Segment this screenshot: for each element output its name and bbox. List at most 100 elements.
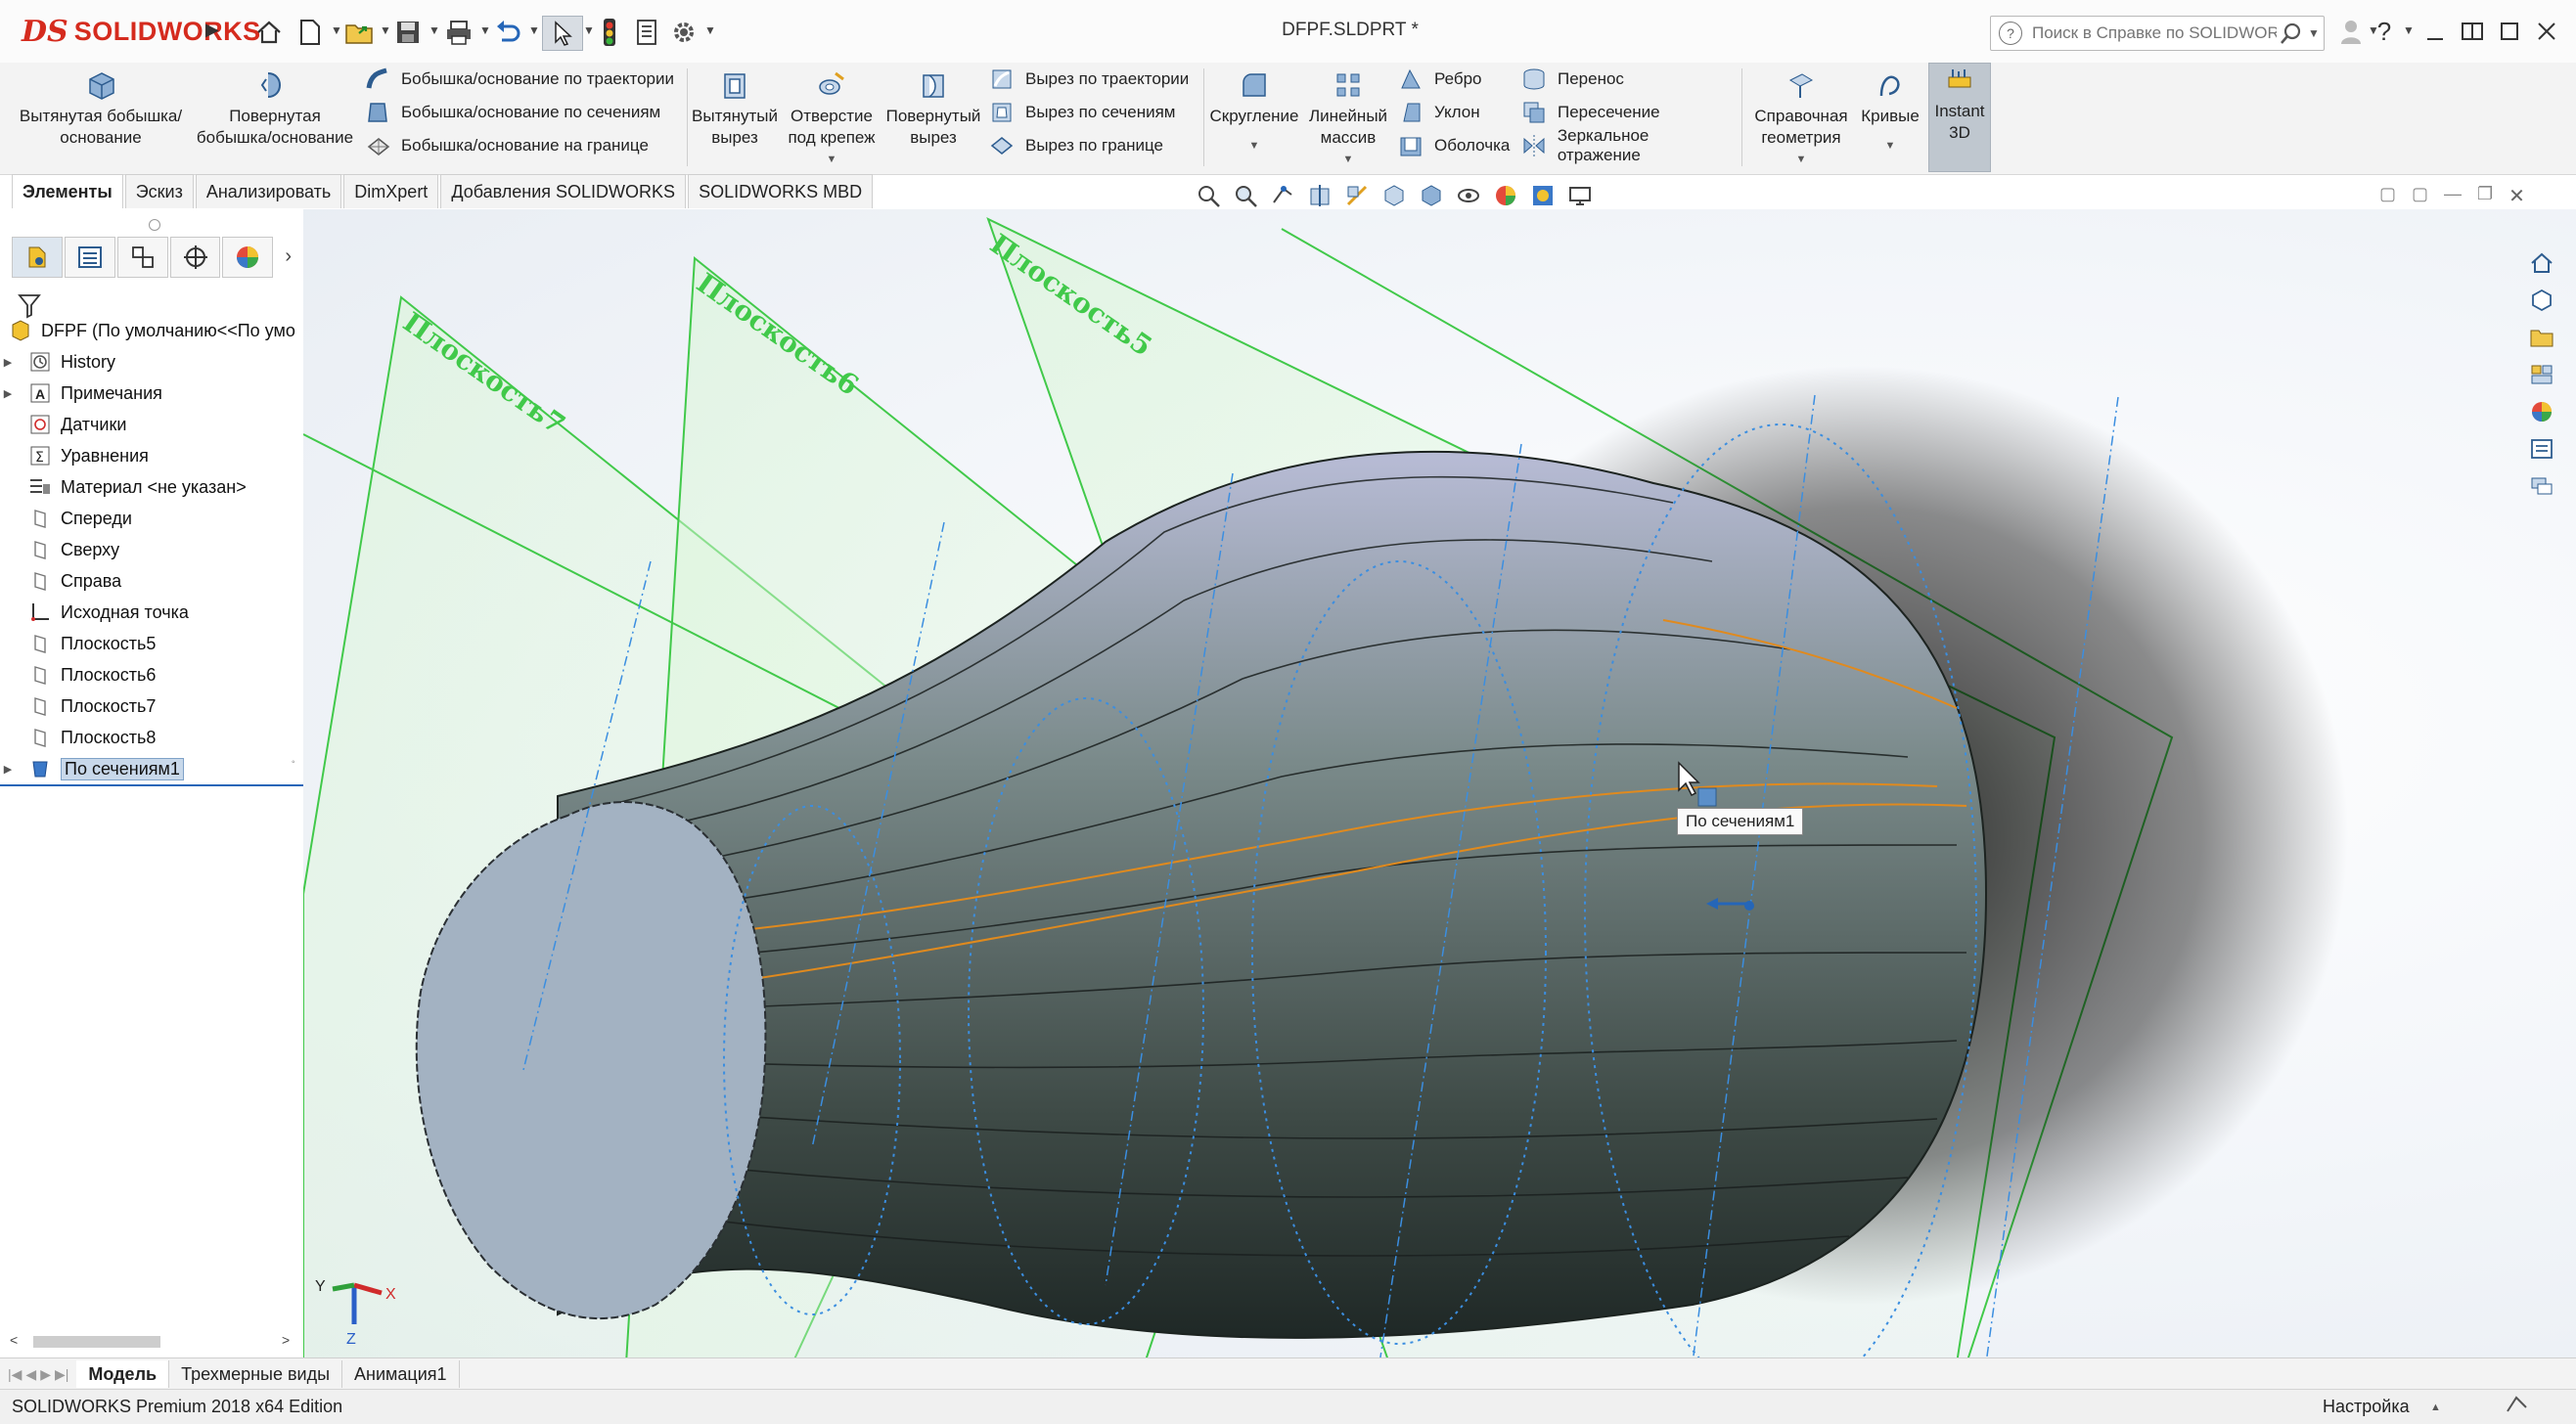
display-style-icon[interactable] bbox=[1417, 181, 1446, 210]
panel-tabs-more-icon[interactable]: › bbox=[275, 237, 301, 276]
hole-wizard-dropdown-icon[interactable]: ▼ bbox=[827, 149, 837, 170]
prev-tab-arrow-icon[interactable]: ◀ bbox=[25, 1366, 36, 1383]
print-dropdown-arrow-icon[interactable]: ▼ bbox=[479, 23, 491, 37]
tree-item-8[interactable]: Справа bbox=[0, 565, 303, 597]
tree-horizontal-scrollbar[interactable]: < > bbox=[8, 1332, 294, 1352]
doc-tile-right-icon[interactable]: ▢ bbox=[2412, 184, 2428, 208]
reference-geometry-dropdown-icon[interactable]: ▼ bbox=[1796, 149, 1807, 170]
tab-property-manager[interactable] bbox=[64, 237, 115, 278]
undo-icon[interactable] bbox=[491, 16, 524, 49]
minimize-icon[interactable] bbox=[2417, 14, 2454, 49]
tab-model[interactable]: Модель bbox=[76, 1360, 170, 1388]
solidworks-forum-icon[interactable] bbox=[2524, 469, 2559, 503]
options-dropdown-arrow-icon[interactable]: ▼ bbox=[704, 23, 716, 37]
tab-display-manager[interactable] bbox=[222, 237, 274, 278]
view-orientation-icon[interactable] bbox=[1379, 181, 1409, 210]
maximize-icon[interactable] bbox=[2491, 14, 2528, 49]
scroll-left-arrow-icon[interactable]: < bbox=[10, 1332, 18, 1348]
filter-row[interactable] bbox=[0, 288, 294, 319]
status-help-icon[interactable] bbox=[2505, 1394, 2530, 1420]
linear-pattern-dropdown-icon[interactable]: ▼ bbox=[1343, 149, 1354, 170]
file-explorer-icon[interactable] bbox=[2524, 321, 2559, 354]
solidworks-resources-icon[interactable] bbox=[2524, 246, 2559, 280]
home-icon[interactable] bbox=[252, 16, 286, 49]
tree-item-12[interactable]: Плоскость7 bbox=[0, 690, 303, 722]
custom-properties-icon[interactable] bbox=[2524, 432, 2559, 466]
open-folder-icon[interactable] bbox=[342, 16, 376, 49]
tab-feature-manager[interactable] bbox=[12, 237, 63, 278]
shell-button[interactable]: Оболочка bbox=[1397, 129, 1514, 162]
hole-wizard-button[interactable]: Отверстие под крепеж ▼ bbox=[783, 68, 881, 170]
previous-view-icon[interactable] bbox=[1268, 181, 1297, 210]
tree-expand-arrow-icon[interactable]: ▶ bbox=[0, 387, 16, 400]
help-search-box[interactable]: ? ▼ bbox=[1990, 16, 2325, 51]
tree-item-4[interactable]: Σ Уравнения bbox=[0, 440, 303, 471]
tree-root-part[interactable]: DFPF (По умолчанию<<По умо bbox=[0, 315, 303, 346]
tab-animation1[interactable]: Анимация1 bbox=[342, 1360, 460, 1388]
fillet-button[interactable]: Скругление ▼ bbox=[1207, 68, 1301, 156]
tab-features[interactable]: Элементы bbox=[12, 174, 123, 208]
tree-expand-arrow-icon[interactable]: ▶ bbox=[0, 763, 16, 776]
tree-item-2[interactable]: ▶ A Примечания bbox=[0, 378, 303, 409]
appearances-scenes-icon[interactable] bbox=[2524, 395, 2559, 428]
close-icon[interactable] bbox=[2528, 14, 2565, 49]
tab-configuration-manager[interactable] bbox=[116, 237, 168, 278]
tree-item-9[interactable]: Исходная точка bbox=[0, 597, 303, 628]
hide-show-items-icon[interactable] bbox=[1454, 181, 1483, 210]
customize-menu[interactable]: Настройка bbox=[2323, 1397, 2410, 1417]
zoom-to-fit-icon[interactable] bbox=[1194, 181, 1223, 210]
file-properties-icon[interactable] bbox=[630, 16, 663, 49]
tree-item-14[interactable]: ▶ По сечениям1 bbox=[0, 753, 303, 786]
scrollbar-thumb[interactable] bbox=[33, 1336, 160, 1348]
help-search-input[interactable] bbox=[2030, 22, 2279, 44]
rib-button[interactable]: Ребро bbox=[1397, 63, 1514, 96]
next-tab-arrow-icon[interactable]: ▶ bbox=[40, 1366, 51, 1383]
lofted-cut-button[interactable]: Вырез по сечениям bbox=[988, 96, 1203, 129]
undo-dropdown-arrow-icon[interactable]: ▼ bbox=[528, 23, 540, 37]
new-dropdown-arrow-icon[interactable]: ▼ bbox=[331, 23, 342, 37]
tree-expand-arrow-icon[interactable]: ▶ bbox=[0, 356, 16, 369]
options-gear-icon[interactable] bbox=[667, 16, 700, 49]
intersect-button[interactable]: Пересечение bbox=[1520, 96, 1736, 129]
solidworks-logo[interactable]: DS SOLIDWORKS bbox=[22, 12, 261, 51]
tab-dimxpert-manager[interactable] bbox=[169, 237, 221, 278]
view-palette-icon[interactable] bbox=[2524, 358, 2559, 391]
tree-item-1[interactable]: ▶ History bbox=[0, 346, 303, 378]
boundary-boss-button[interactable]: Бобышка/основание на границе bbox=[364, 129, 687, 162]
menu-expand-arrow-icon[interactable]: ▶ bbox=[205, 20, 219, 40]
zoom-to-area-icon[interactable] bbox=[1231, 181, 1260, 210]
view-settings-icon[interactable] bbox=[1565, 181, 1595, 210]
revolved-cut-button[interactable]: Повернутый вырез bbox=[884, 68, 982, 149]
edit-appearance-icon[interactable] bbox=[1491, 181, 1520, 210]
doc-tile-left-icon[interactable]: ▢ bbox=[2379, 184, 2396, 208]
tile-windows-icon[interactable] bbox=[2454, 14, 2491, 49]
extruded-boss-button[interactable]: Вытянутая бобышка/основание bbox=[18, 68, 184, 149]
search-icon[interactable] bbox=[2279, 21, 2304, 46]
rebuild-traffic-light-icon[interactable] bbox=[593, 16, 626, 49]
revolved-boss-button[interactable]: Повернутая бобышка/основание bbox=[192, 68, 358, 149]
fillet-dropdown-icon[interactable]: ▼ bbox=[1249, 135, 1260, 156]
search-dropdown-arrow-icon[interactable]: ▼ bbox=[2308, 26, 2320, 40]
doc-minimize-icon[interactable]: — bbox=[2444, 184, 2462, 208]
tree-item-5[interactable]: Материал <не указан> bbox=[0, 471, 303, 503]
curves-button[interactable]: Кривые ▼ bbox=[1855, 68, 1925, 156]
reference-geometry-button[interactable]: Справочная геометрия ▼ bbox=[1747, 68, 1855, 170]
help-icon[interactable]: ? bbox=[2366, 14, 2403, 49]
swept-cut-button[interactable]: Вырез по траектории bbox=[988, 63, 1203, 96]
open-dropdown-arrow-icon[interactable]: ▼ bbox=[380, 23, 391, 37]
tab-mbd[interactable]: SOLIDWORKS MBD bbox=[688, 174, 874, 208]
save-dropdown-arrow-icon[interactable]: ▼ bbox=[429, 23, 440, 37]
tree-item-11[interactable]: Плоскость6 bbox=[0, 659, 303, 690]
scroll-right-arrow-icon[interactable]: > bbox=[282, 1332, 290, 1348]
mirror-button[interactable]: Зеркальное отражение bbox=[1520, 126, 1736, 164]
print-icon[interactable] bbox=[442, 16, 475, 49]
dynamic-annotation-icon[interactable] bbox=[1342, 181, 1372, 210]
doc-restore-icon[interactable]: ❐ bbox=[2477, 184, 2493, 208]
tree-item-10[interactable]: Плоскость5 bbox=[0, 628, 303, 659]
save-icon[interactable] bbox=[391, 16, 425, 49]
user-account-icon[interactable] bbox=[2332, 14, 2370, 49]
swept-boss-button[interactable]: Бобышка/основание по траектории bbox=[364, 63, 687, 96]
panel-grip-icon[interactable] bbox=[149, 219, 160, 231]
first-tab-arrow-icon[interactable]: |◀ bbox=[8, 1366, 22, 1383]
linear-pattern-button[interactable]: Линейный массив ▼ bbox=[1303, 68, 1393, 170]
